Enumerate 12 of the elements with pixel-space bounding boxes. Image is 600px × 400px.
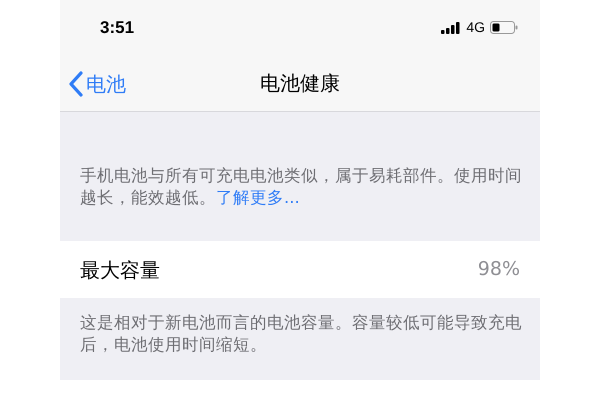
row-label: 最大容量 [80,256,160,284]
page-title: 电池健康 [260,70,340,97]
back-chevron-icon [68,71,84,97]
signal-icon [441,22,462,34]
battery-icon [490,21,518,34]
back-button[interactable]: 电池 [68,69,126,99]
status-time: 3:51 [100,16,134,39]
battery-description: 手机电池与所有可充电电池类似，属于易耗部件。使用时间越长，能效越低。了解更多... [80,165,523,209]
row-value: 98% [478,257,520,282]
learn-more-link[interactable]: 了解更多... [216,188,300,207]
network-label: 4G [466,18,485,37]
row-footer-note: 这是相对于新电池而言的电池容量。容量较低可能导致充电后，电池使用时间缩短。 [80,312,523,356]
